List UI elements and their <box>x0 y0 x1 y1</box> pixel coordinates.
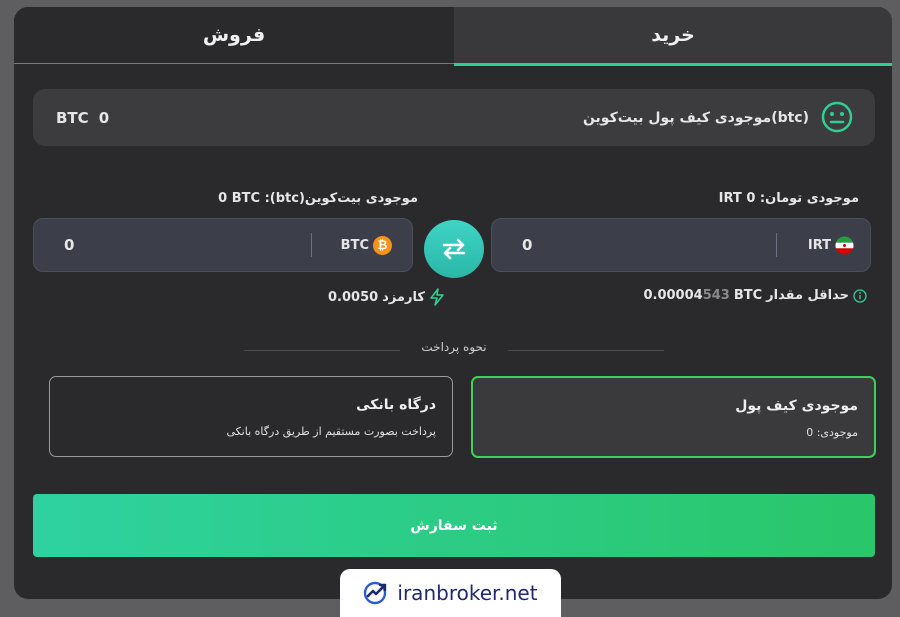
min-amount-label: حداقل مقدار <box>766 288 849 303</box>
btc-currency-label: BTC <box>340 237 369 253</box>
payment-method-label: نحوه پرداخت <box>421 340 487 354</box>
tab-sell[interactable]: فروش <box>14 7 454 64</box>
wallet-balance-currency: BTC <box>56 108 89 127</box>
btc-amount-input[interactable]: 0 BTC ₿ <box>33 218 413 272</box>
toman-balance-currency: IRT <box>718 191 742 206</box>
fee-label: کارمزد <box>382 289 425 305</box>
tab-buy-label: خرید <box>651 24 695 46</box>
wallet-balance-value: 0 <box>98 108 110 127</box>
divider-right <box>508 350 664 351</box>
wallet-option-title: موجودی کیف پول <box>735 398 858 414</box>
bank-gateway-title: درگاه بانکی <box>356 397 436 413</box>
lightning-icon <box>430 288 444 306</box>
bitcoin-icon: ₿ <box>373 235 392 255</box>
swap-button[interactable] <box>424 220 484 278</box>
min-amount-currency: BTC <box>733 288 763 303</box>
min-amount-value-main: 0.00004 <box>643 288 703 303</box>
btc-balance-currency: BTC <box>231 191 261 206</box>
toman-balance-label: موجودی تومان: <box>759 191 859 206</box>
btc-input-value[interactable]: 0 <box>64 219 74 271</box>
fee: کارمزد 0.0050 <box>328 288 445 306</box>
min-amount-value: 0.00004543 <box>643 288 729 303</box>
submit-order-button[interactable]: ثبت سفارش <box>33 494 875 557</box>
wallet-balance-label: موجودی کیف پول بیت‌کوین(btc) <box>582 109 809 126</box>
tab-buy[interactable]: خرید <box>454 7 892 66</box>
input-separator <box>311 233 312 257</box>
iran-flag-icon <box>835 235 854 255</box>
irt-amount-input[interactable]: 0 IRT <box>491 218 871 272</box>
bank-gateway-desc: پرداخت بصورت مستقیم از طریق درگاه بانکی <box>226 425 436 438</box>
btc-balance-label: موجودی بیت‌کوین(btc): <box>264 191 418 206</box>
neutral-face-icon <box>821 101 853 133</box>
wallet-option-desc: موجودی: 0 <box>806 426 858 439</box>
payment-option-wallet[interactable]: موجودی کیف پول موجودی: 0 <box>471 376 876 458</box>
divider-left <box>244 350 400 351</box>
fee-value: 0.0050 <box>328 289 379 305</box>
btc-balance: موجودی بیت‌کوین(btc): 0 BTC <box>218 191 418 206</box>
input-separator <box>776 233 777 257</box>
trade-panel: فروش خرید BTC 0 موجودی کیف پول بیت‌کوین(… <box>14 7 892 599</box>
irt-currency: IRT <box>808 219 854 271</box>
payment-option-bank-gateway[interactable]: درگاه بانکی پرداخت بصورت مستقیم از طریق … <box>49 376 453 457</box>
btc-currency: BTC ₿ <box>341 219 392 271</box>
info-icon <box>853 288 867 303</box>
watermark: iranbroker.net <box>340 569 561 617</box>
btc-balance-value: 0 <box>218 191 228 206</box>
irt-input-value[interactable]: 0 <box>522 219 532 271</box>
swap-arrows-icon <box>442 238 466 260</box>
tab-sell-label: فروش <box>202 24 266 46</box>
min-amount-value-dim: 543 <box>702 288 730 303</box>
watermark-text: iranbroker.net <box>397 581 538 605</box>
toman-balance: موجودی تومان: 0 IRT <box>719 191 859 206</box>
wallet-balance-amount: BTC 0 <box>56 89 109 146</box>
irt-currency-label: IRT <box>807 237 831 253</box>
chart-logo-icon <box>364 581 387 605</box>
wallet-balance-bar: BTC 0 موجودی کیف پول بیت‌کوین(btc) <box>33 89 875 146</box>
submit-order-label: ثبت سفارش <box>410 517 498 534</box>
toman-balance-value: 0 <box>746 191 756 206</box>
min-amount: حداقل مقدار BTC 0.00004543 <box>643 288 867 303</box>
